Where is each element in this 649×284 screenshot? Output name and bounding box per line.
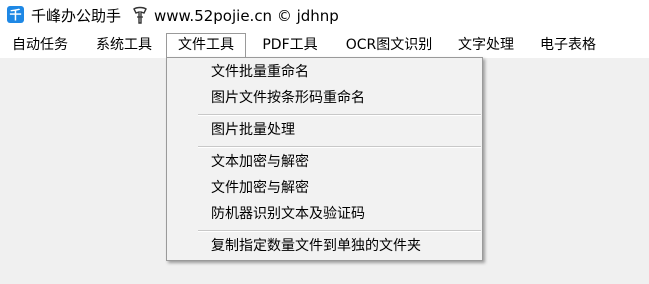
- menu-auto-tasks[interactable]: 自动任务: [4, 33, 76, 58]
- menu-separator: [198, 230, 481, 232]
- app-icon: 千: [7, 6, 24, 23]
- menu-system-tools[interactable]: 系统工具: [88, 33, 160, 58]
- menu-file-tools[interactable]: 文件工具: [166, 33, 246, 58]
- website-link[interactable]: www.52pojie.cn © jdhnp: [154, 6, 339, 26]
- menu-item-batch-rename[interactable]: 文件批量重命名: [211, 60, 309, 84]
- menu-separator: [198, 146, 481, 148]
- link-icon: [133, 6, 147, 24]
- menu-gutter: [167, 58, 195, 260]
- menu-item-image-batch[interactable]: 图片批量处理: [211, 118, 295, 142]
- menu-spreadsheet[interactable]: 电子表格: [532, 33, 604, 58]
- menu-bar: 自动任务 系统工具 文件工具 PDF工具 OCR图文识别 文字处理 电子表格: [0, 33, 649, 58]
- menu-ocr[interactable]: OCR图文识别: [336, 33, 442, 58]
- menu-item-file-encrypt[interactable]: 文件加密与解密: [211, 176, 309, 200]
- menu-item-anti-bot-text[interactable]: 防机器识别文本及验证码: [211, 202, 365, 226]
- menu-text-processing[interactable]: 文字处理: [450, 33, 522, 58]
- title-bar: 千 千峰办公助手 www.52pojie.cn © jdhnp: [0, 0, 649, 33]
- menu-pdf-tools[interactable]: PDF工具: [254, 33, 326, 58]
- window-title: 千峰办公助手: [31, 7, 122, 25]
- menu-item-barcode-rename[interactable]: 图片文件按条形码重命名: [211, 86, 365, 110]
- menu-item-copy-files-to-folder[interactable]: 复制指定数量文件到单独的文件夹: [211, 234, 421, 258]
- menu-item-text-encrypt[interactable]: 文本加密与解密: [211, 150, 309, 174]
- file-tools-dropdown: 文件批量重命名 图片文件按条形码重命名 图片批量处理 文本加密与解密 文件加密与…: [166, 57, 483, 261]
- menu-separator: [198, 114, 481, 116]
